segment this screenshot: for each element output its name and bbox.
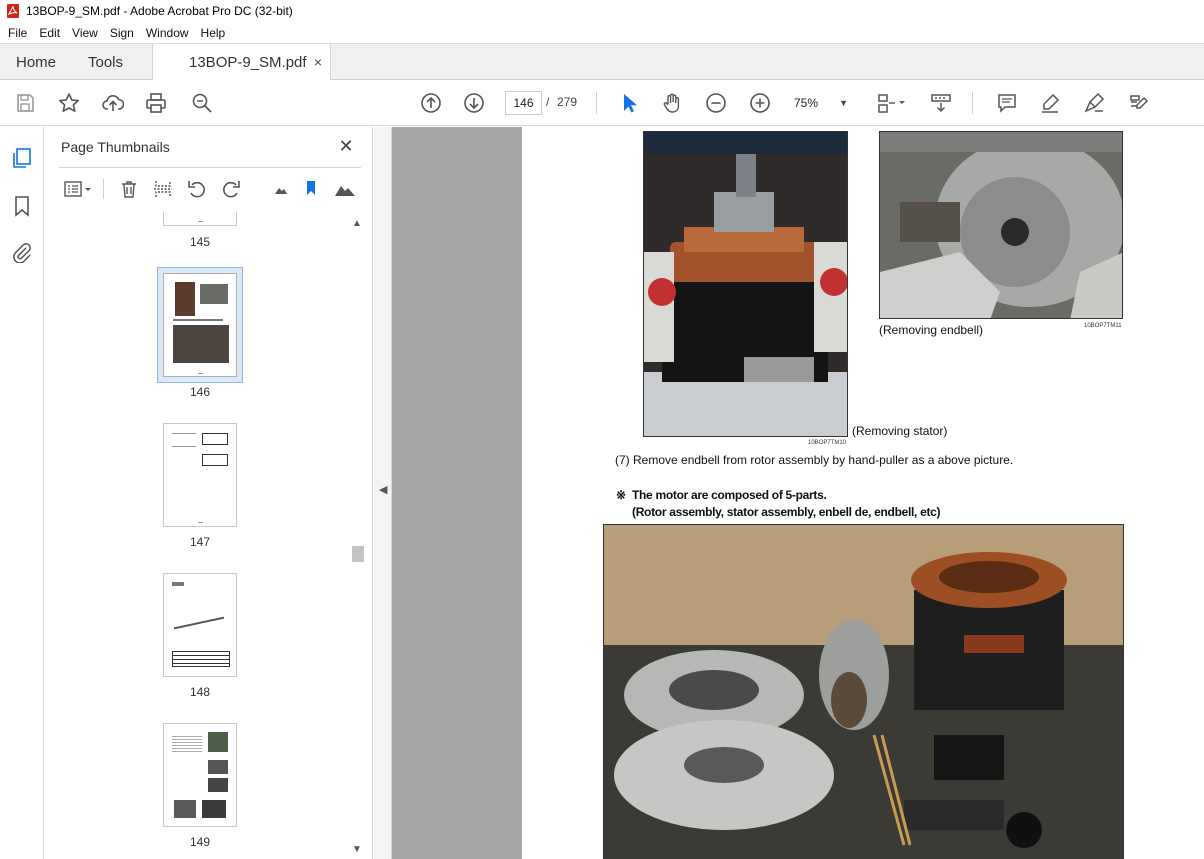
tab-close-icon[interactable]: ×: [314, 54, 322, 70]
thumbnail-scrollbar[interactable]: ▲ ▼: [351, 218, 365, 857]
panel-close-icon[interactable]: ✕: [335, 136, 357, 158]
menu-bar: File Edit View Sign Window Help: [0, 22, 1204, 43]
title-bar: 13BOP-9_SM.pdf - Adobe Acrobat Pro DC (3…: [0, 0, 1204, 22]
comment-icon[interactable]: [994, 90, 1020, 116]
toolbar-divider: [596, 92, 597, 114]
thumbnail-page-147[interactable]: [163, 423, 237, 527]
thumbnail-large-icon[interactable]: [333, 177, 357, 201]
window-title: 13BOP-9_SM.pdf - Adobe Acrobat Pro DC (3…: [26, 4, 293, 18]
note-line-1: The motor are composed of 5-parts.: [632, 488, 827, 502]
photo-removing-stator: [643, 131, 848, 437]
scroll-up-icon[interactable]: ▲: [352, 218, 362, 229]
scrollbar-thumb[interactable]: [352, 546, 364, 562]
thumbnail-label: 148: [189, 685, 211, 699]
thumbnail-page-146[interactable]: [163, 273, 237, 377]
thumbnail-list: 145 146 147 148 149: [45, 212, 350, 859]
step-7-text: (7) Remove endbell from rotor assembly b…: [615, 453, 1014, 467]
panel-title: Page Thumbnails: [61, 139, 170, 155]
thumbnail-medium-icon[interactable]: [299, 177, 323, 201]
menu-help[interactable]: Help: [195, 26, 232, 40]
menu-sign[interactable]: Sign: [104, 26, 140, 40]
pdf-page-146: (Removing stator) 10BOP7TM10 (Removing e…: [522, 127, 1204, 859]
select-arrow-icon[interactable]: [616, 90, 642, 116]
page-number-input[interactable]: 146: [505, 91, 542, 115]
thumbnail-label: 146: [189, 385, 211, 399]
delete-icon[interactable]: [117, 177, 141, 201]
caption-removing-endbell: (Removing endbell): [879, 323, 984, 337]
menu-edit[interactable]: Edit: [33, 26, 66, 40]
hand-icon[interactable]: [659, 90, 685, 116]
menu-view[interactable]: View: [66, 26, 104, 40]
thumbnails-panel: Page Thumbnails ✕ 145 146 147 148 149 ▲ …: [45, 127, 373, 859]
thumbnail-label: 149: [189, 835, 211, 849]
sign-icon[interactable]: [1081, 90, 1107, 116]
tab-home[interactable]: Home: [16, 44, 56, 80]
thumbnail-page-145[interactable]: [163, 212, 237, 226]
zoom-search-icon[interactable]: [189, 90, 215, 116]
zoom-out-icon[interactable]: [703, 90, 729, 116]
thumbnail-label: 147: [189, 535, 211, 549]
menu-file[interactable]: File: [0, 26, 33, 40]
note-mark: ※: [616, 488, 626, 502]
photo-motor-parts: [603, 524, 1124, 859]
thumbnail-small-icon[interactable]: [269, 177, 293, 201]
options-menu-icon[interactable]: [61, 177, 95, 201]
zoom-in-icon[interactable]: [747, 90, 773, 116]
tab-bar: Home Tools 13BOP-9_SM.pdf ×: [0, 43, 1204, 81]
thumbnail-toolbar: [59, 175, 361, 205]
scroll-icon[interactable]: [928, 90, 954, 116]
page-total: 279: [557, 95, 578, 109]
chevron-down-icon: ▼: [839, 98, 848, 108]
upload-icon[interactable]: [100, 90, 126, 116]
photo-removing-endbell: [879, 131, 1123, 319]
rotate-cw-icon[interactable]: [219, 177, 243, 201]
toolbar-divider-2: [972, 92, 973, 114]
page-margin: [392, 127, 522, 859]
thumbnail-page-149[interactable]: [163, 723, 237, 827]
menu-window[interactable]: Window: [140, 26, 195, 40]
panel-divider: [59, 167, 361, 168]
tab-document[interactable]: 13BOP-9_SM.pdf ×: [152, 44, 331, 81]
caption-removing-stator: (Removing stator): [852, 424, 948, 438]
extract-pages-icon[interactable]: [151, 177, 175, 201]
print-icon[interactable]: [143, 90, 169, 116]
thumbnail-label: 145: [189, 235, 211, 249]
page-down-icon[interactable]: [461, 90, 487, 116]
star-icon[interactable]: [56, 90, 82, 116]
page-up-icon[interactable]: [418, 90, 444, 116]
page-separator: /: [546, 95, 550, 109]
figure-code-right: 10BOP7TM11: [1084, 323, 1122, 329]
document-view: ◀ (Removing stator) 10BOP7TM10 (Removing…: [374, 127, 1204, 859]
attachment-icon[interactable]: [11, 241, 33, 265]
page-fit-icon[interactable]: [873, 90, 909, 116]
zoom-select[interactable]: 75% ▼: [794, 92, 854, 114]
panel-collapse-strip[interactable]: ◀: [374, 127, 392, 859]
thumbnail-page-148[interactable]: [163, 573, 237, 677]
highlight-icon[interactable]: [1037, 90, 1063, 116]
figure-code-left: 10BOP7TM10: [808, 440, 847, 446]
page-thumbnails-icon[interactable]: [11, 147, 33, 171]
bookmark-icon[interactable]: [11, 195, 33, 219]
zoom-value: 75%: [794, 96, 819, 110]
left-rail: [0, 127, 44, 859]
thumb-toolbar-divider: [103, 179, 104, 199]
acrobat-logo-icon: [7, 4, 19, 18]
note-line-2: (Rotor assembly, stator assembly, enbell…: [632, 505, 941, 519]
save-icon[interactable]: [12, 90, 38, 116]
collapse-arrow-icon[interactable]: ◀: [379, 483, 387, 496]
tab-document-label: 13BOP-9_SM.pdf: [189, 54, 307, 71]
acrobat-window: 13BOP-9_SM.pdf - Adobe Acrobat Pro DC (3…: [0, 0, 1204, 859]
tab-tools[interactable]: Tools: [88, 44, 123, 80]
rotate-ccw-icon[interactable]: [185, 177, 209, 201]
main-toolbar: 146 / 279 75% ▼: [0, 80, 1204, 126]
scroll-down-icon[interactable]: ▼: [352, 844, 362, 855]
redact-icon[interactable]: [1125, 90, 1151, 116]
